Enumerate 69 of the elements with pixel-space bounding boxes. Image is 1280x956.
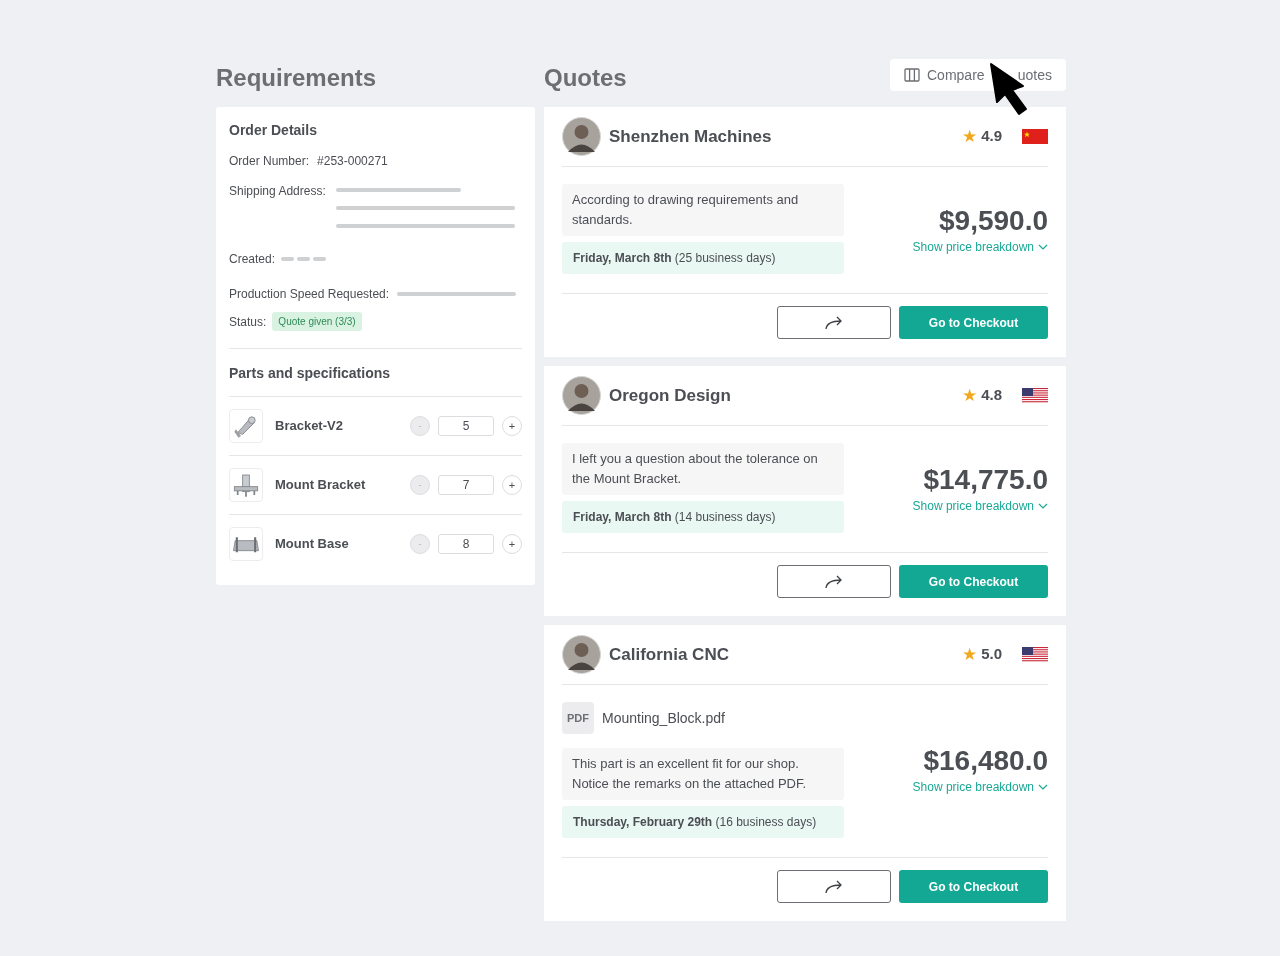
rating: 4.9 [981,126,1002,147]
share-arrow-icon [824,574,844,589]
increment-button[interactable]: + [502,416,522,436]
price: $14,775.0 [923,463,1048,497]
field-label: Shipping Address: [229,183,326,200]
chevron-down-icon [1038,503,1048,509]
supplier-name: California CNC [609,643,730,666]
quantity-field[interactable]: 8 [438,534,494,554]
price-breakdown-link[interactable]: Show price breakdown [912,497,1048,515]
quote-message: According to drawing requirements and standards. [562,184,844,236]
flag-icon [1022,647,1048,662]
share-arrow-icon [824,879,844,894]
star-icon: ★ [962,128,978,145]
increment-button[interactable]: + [502,475,522,495]
placeholder-bar [313,257,327,261]
avatar-icon [562,635,601,674]
file-type-badge: PDF [562,702,594,734]
rating: 5.0 [981,644,1002,665]
quote-message: I left you a question about the tolerance on the Mount Bracket. [562,443,844,495]
star-icon: ★ [962,387,978,404]
part-thumbnail [229,468,263,502]
part-thumbnail [229,409,263,443]
quote-message: This part is an excellent fit for our shop. Notice the remarks on the attached PDF. [562,748,844,800]
rating: 4.8 [981,385,1002,406]
checkout-button[interactable]: Go to Checkout [899,306,1048,339]
supplier-name: Oregon Design [609,384,732,407]
share-button[interactable] [777,565,891,598]
star-icon: ★ [962,646,978,663]
placeholder-bar [281,257,295,261]
card-title: Order Details [229,121,318,140]
share-arrow-icon [824,315,844,330]
field-label: Status: [229,313,267,331]
section-title: Quotes [544,63,627,93]
part-name: Mount Bracket [275,476,367,495]
price-breakdown-link[interactable]: Show price breakdown [912,238,1048,256]
field-label: Order Number: [229,153,310,170]
section-heading: Parts and specifications [229,349,522,397]
checkout-button[interactable]: Go to Checkout [899,565,1048,598]
share-button[interactable] [777,870,891,903]
part-name: Mount Base [275,535,350,554]
price-breakdown-link[interactable]: Show price breakdown [912,778,1048,796]
chevron-down-icon [1038,244,1048,250]
avatar-icon [562,117,601,156]
columns-icon [904,68,920,82]
checkout-button[interactable]: Go to Checkout [899,870,1048,903]
field-label: Production Speed Requested: [229,286,390,303]
quantity-field[interactable]: 5 [438,416,494,436]
order-number: #253-000271 [317,153,388,170]
share-button[interactable] [777,306,891,339]
chevron-down-icon [1038,784,1048,790]
field-label: Created: [229,251,276,268]
avatar-icon [562,376,601,415]
part-thumbnail [229,527,263,561]
part-name: Bracket-V2 [275,417,344,436]
status-badge: Quote given (3/3) [272,312,362,331]
section-title: Requirements [216,63,378,93]
delivery-date: Thursday, February 29th (16 business days) [562,806,844,838]
quantity-field[interactable]: 7 [438,475,494,495]
increment-button[interactable]: + [502,534,522,554]
placeholder-bar [297,257,311,261]
file-name[interactable]: Mounting_Block.pdf [602,707,725,729]
delivery-date: Friday, March 8th (25 business days) [562,242,844,274]
flag-icon [1022,129,1048,144]
price: $16,480.0 [923,744,1048,778]
compare-button[interactable]: Compare uotes [890,59,1066,91]
delivery-date: Friday, March 8th (14 business days) [562,501,844,533]
price: $9,590.0 [939,204,1048,238]
supplier-name: Shenzhen Machines [609,125,773,148]
flag-icon [1022,388,1048,403]
